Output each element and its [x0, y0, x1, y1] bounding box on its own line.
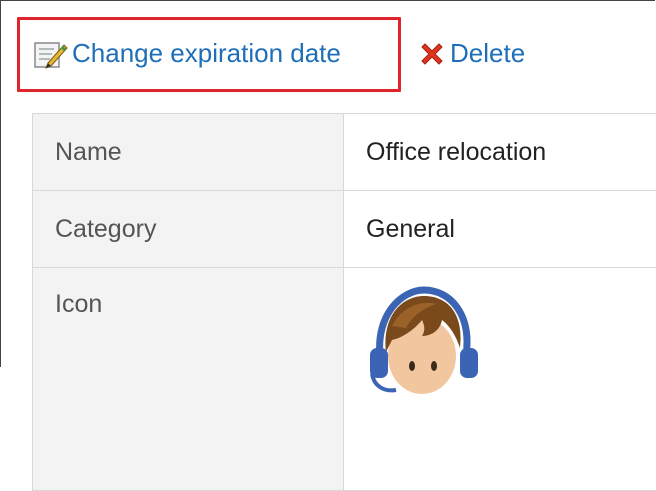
category-label: Category	[33, 191, 344, 268]
table-row-category: Category General	[33, 191, 656, 268]
change-expiration-date-label: Change expiration date	[72, 38, 341, 69]
details-table: Name Office relocation Category General …	[32, 113, 656, 491]
icon-value-cell	[344, 268, 656, 491]
avatar-headset-icon	[362, 286, 649, 403]
category-value: General	[344, 191, 656, 268]
change-expiration-date-link[interactable]: Change expiration date	[34, 38, 341, 69]
delete-label: Delete	[450, 38, 525, 69]
table-row-icon: Icon	[33, 268, 656, 491]
table-row-name: Name Office relocation	[33, 114, 656, 191]
delete-link[interactable]: Delete	[418, 38, 525, 69]
edit-note-icon	[34, 39, 68, 69]
name-value: Office relocation	[344, 114, 656, 191]
name-label: Name	[33, 114, 344, 191]
red-x-icon	[418, 40, 446, 68]
icon-label: Icon	[33, 268, 344, 491]
